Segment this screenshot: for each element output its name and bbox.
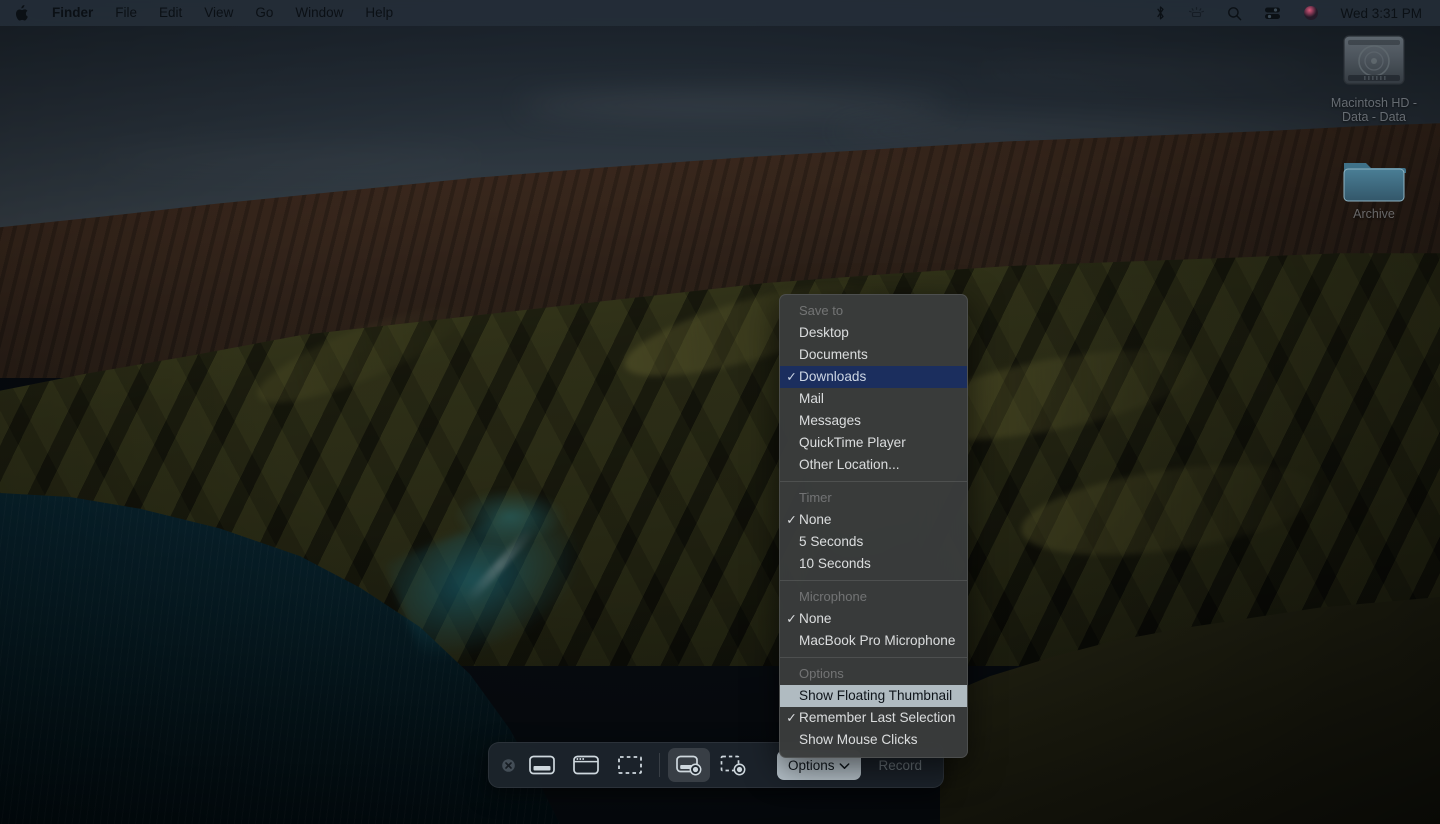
menubar: Finder File Edit View Go Window Help xyxy=(0,0,1440,26)
menu-item-show-mouse-clicks[interactable]: Show Mouse Clicks xyxy=(780,729,967,751)
menu-item-show-floating-thumbnail[interactable]: Show Floating Thumbnail xyxy=(780,685,967,707)
capture-selected-window-button[interactable] xyxy=(565,748,607,782)
menubar-item-file[interactable]: File xyxy=(104,0,148,26)
checkmark-icon: ✓ xyxy=(785,366,798,388)
menu-item-desktop[interactable]: Desktop xyxy=(780,322,967,344)
menu-section-header-save-to: Save to xyxy=(780,300,967,322)
menu-item-messages[interactable]: Messages xyxy=(780,410,967,432)
menubar-item-go[interactable]: Go xyxy=(244,0,284,26)
checkmark-icon: ✓ xyxy=(785,707,798,729)
desktop: Macintosh HD - Data - Data Archive xyxy=(0,0,1440,824)
options-button-label: Options xyxy=(788,758,835,773)
capture-modes-group xyxy=(521,748,651,782)
menu-item-other-location[interactable]: Other Location... xyxy=(780,454,967,476)
control-center-icon[interactable] xyxy=(1253,0,1292,26)
menu-separator xyxy=(780,481,967,482)
wallpaper-cove xyxy=(455,490,565,542)
hard-drive-icon xyxy=(1338,30,1410,92)
menu-item-remember-last-selection[interactable]: ✓ Remember Last Selection xyxy=(780,707,967,729)
menubar-item-edit[interactable]: Edit xyxy=(148,0,193,26)
record-modes-group xyxy=(668,748,754,782)
desktop-icon-label: Archive xyxy=(1322,207,1426,221)
menu-item-label: Show Floating Thumbnail xyxy=(799,688,952,703)
desktop-icon-label: Macintosh HD - Data - Data xyxy=(1322,96,1426,124)
menu-item-label: 5 Seconds xyxy=(799,534,863,549)
menu-item-documents[interactable]: Documents xyxy=(780,344,967,366)
menu-separator xyxy=(780,657,967,658)
record-selected-portion-button[interactable] xyxy=(712,748,754,782)
menubar-item-window[interactable]: Window xyxy=(284,0,354,26)
wallpaper-cloud xyxy=(980,60,1320,80)
desktop-icon-archive[interactable]: Archive xyxy=(1322,155,1426,221)
menu-item-label: Desktop xyxy=(799,325,849,340)
search-icon[interactable] xyxy=(1216,0,1253,26)
menubar-status-area: Wed 3:31 PM xyxy=(1144,0,1430,26)
menu-item-macbook-pro-microphone[interactable]: MacBook Pro Microphone xyxy=(780,630,967,652)
menu-item-downloads[interactable]: ✓ Downloads xyxy=(780,366,967,388)
desktop-icon-macintosh-hd[interactable]: Macintosh HD - Data - Data xyxy=(1322,30,1426,124)
menu-item-label: Show Mouse Clicks xyxy=(799,732,918,747)
menu-item-label: QuickTime Player xyxy=(799,435,906,450)
keyboard-brightness-icon[interactable] xyxy=(1177,0,1216,26)
menu-section-header-options: Options xyxy=(780,663,967,685)
menu-item-microphone-none[interactable]: ✓ None xyxy=(780,608,967,630)
menu-section-header-timer: Timer xyxy=(780,487,967,509)
menubar-item-view[interactable]: View xyxy=(193,0,244,26)
menu-separator xyxy=(780,580,967,581)
capture-selected-portion-button[interactable] xyxy=(609,748,651,782)
siri-icon[interactable] xyxy=(1292,0,1330,26)
menubar-app-menus: Finder File Edit View Go Window Help xyxy=(0,0,404,26)
options-popup-menu: Save to Desktop Documents ✓ Downloads Ma… xyxy=(779,294,968,758)
menu-section-header-microphone: Microphone xyxy=(780,586,967,608)
menu-item-label: Remember Last Selection xyxy=(799,710,955,725)
menubar-item-help[interactable]: Help xyxy=(354,0,404,26)
menu-item-timer-none[interactable]: ✓ None xyxy=(780,509,967,531)
menu-item-label: Messages xyxy=(799,413,861,428)
close-icon[interactable] xyxy=(495,749,521,781)
menu-item-label: None xyxy=(799,512,832,527)
menubar-item-finder[interactable]: Finder xyxy=(41,0,104,26)
menubar-clock[interactable]: Wed 3:31 PM xyxy=(1330,6,1430,21)
menu-item-label: MacBook Pro Microphone xyxy=(799,633,955,648)
folder-icon xyxy=(1341,155,1407,205)
menu-item-label: Downloads xyxy=(799,369,866,384)
checkmark-icon: ✓ xyxy=(785,608,798,630)
menu-item-label: Mail xyxy=(799,391,824,406)
menu-item-label: Documents xyxy=(799,347,868,362)
wallpaper-cloud xyxy=(100,150,480,168)
record-entire-screen-button[interactable] xyxy=(668,748,710,782)
apple-logo-icon[interactable] xyxy=(0,0,41,26)
menu-item-label: 10 Seconds xyxy=(799,556,871,571)
menu-item-timer-5-seconds[interactable]: 5 Seconds xyxy=(780,531,967,553)
capture-entire-screen-button[interactable] xyxy=(521,748,563,782)
chevron-down-icon xyxy=(839,758,850,773)
menu-item-timer-10-seconds[interactable]: 10 Seconds xyxy=(780,553,967,575)
menu-item-label: None xyxy=(799,611,832,626)
menu-item-mail[interactable]: Mail xyxy=(780,388,967,410)
menu-item-quicktime-player[interactable]: QuickTime Player xyxy=(780,432,967,454)
wallpaper-cloud xyxy=(520,92,950,118)
bluetooth-icon[interactable] xyxy=(1144,0,1177,26)
menu-item-label: Other Location... xyxy=(799,457,900,472)
checkmark-icon: ✓ xyxy=(785,509,798,531)
toolbar-divider xyxy=(659,753,660,777)
